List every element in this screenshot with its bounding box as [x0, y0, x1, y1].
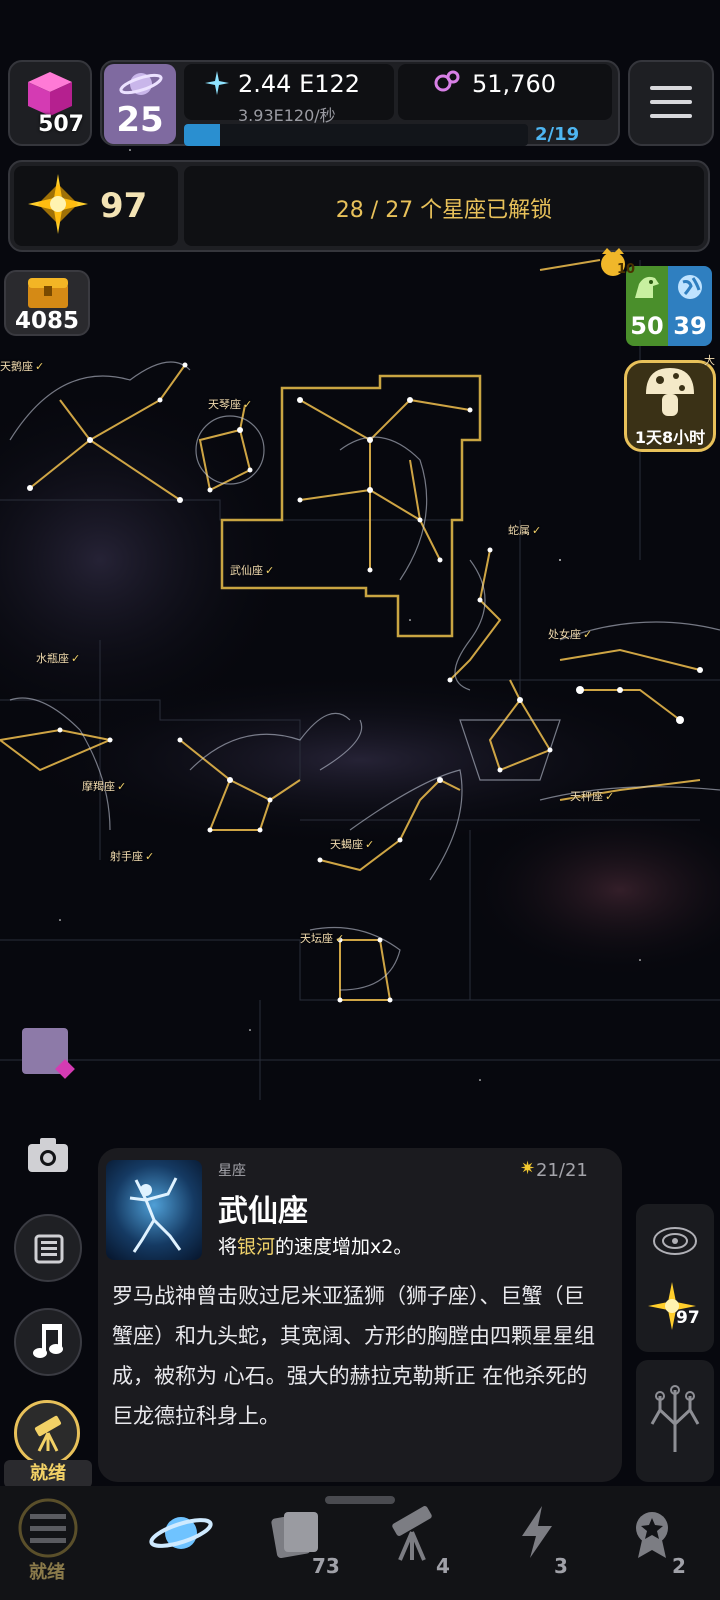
label-text: 武仙座 [230, 564, 263, 577]
globe-icon [678, 275, 702, 299]
label-sagittarius[interactable]: 射手座 ✓ [110, 848, 154, 864]
planet-tab-icon[interactable] [148, 1508, 214, 1558]
label-aquarius[interactable]: 水瓶座 ✓ [36, 650, 80, 666]
energy-value: 2.44 E122 [238, 70, 360, 98]
check-icon: ✓ [265, 564, 275, 577]
label-capricornus[interactable]: 摩羯座 ✓ [82, 778, 126, 794]
check-icon: ✓ [583, 628, 593, 641]
label-text: 蛇属 [508, 524, 530, 537]
hercules-figure-icon [129, 1177, 182, 1253]
check-icon: ✓ [365, 838, 375, 851]
check-icon: ✓ [35, 360, 45, 373]
creatures-count: 50 [630, 312, 664, 340]
level-progress-fill [184, 124, 221, 146]
check-icon: ✓ [605, 790, 615, 803]
effect-highlight: 银河 [237, 1236, 276, 1258]
chest-count: 4085 [14, 308, 79, 334]
label-hercules[interactable]: 武仙座 ✓ [230, 562, 274, 578]
energy-exponent: E122 [299, 70, 361, 98]
menu-button[interactable] [628, 60, 714, 146]
label-text: 天坛座 [300, 932, 333, 945]
telescopes-count: 4 [436, 1554, 450, 1578]
gold-chest-icon [28, 278, 68, 308]
label-text: 天琴座 [208, 398, 241, 411]
newspaper-icon [34, 1234, 64, 1264]
energy-mantissa: 2.44 [238, 70, 292, 98]
card-title: 武仙座 [218, 1194, 308, 1229]
card-category: 星座 [218, 1163, 246, 1179]
achievements-count: 2 [672, 1554, 686, 1578]
drag-handle[interactable] [325, 1496, 395, 1504]
check-icon: ✓ [117, 780, 127, 793]
telescope-ready-label: 就绪 [4, 1460, 92, 1488]
label-ara[interactable]: 天坛座 ✓ [300, 930, 344, 946]
check-icon: ✓ [243, 398, 253, 411]
label-edge: 大 [704, 354, 715, 367]
check-icon: ✓ [532, 524, 542, 537]
list-icon [18, 1498, 78, 1558]
check-icon: ✓ [335, 932, 345, 945]
planet-icon [119, 73, 163, 95]
telescope-button[interactable] [14, 1400, 80, 1466]
label-text: 处女座 [548, 628, 581, 641]
skill-tree-button[interactable] [636, 1360, 714, 1482]
planets-count: 39 [673, 312, 707, 340]
power-count: 3 [554, 1554, 568, 1578]
planet-level: 25 [116, 100, 164, 140]
label-text: 天秤座 [570, 790, 603, 803]
check-icon: ✓ [71, 652, 81, 665]
cards-tab-icon[interactable] [270, 1506, 324, 1558]
dark-matter-count: 51,760 [472, 70, 556, 98]
label-cygnus[interactable]: 天鹅座 ✓ [0, 358, 44, 374]
cards-count: 73 [312, 1554, 340, 1578]
label-virgo[interactable]: 处女座 ✓ [548, 626, 592, 642]
mushroom-icon [646, 368, 694, 416]
camera-icon[interactable] [26, 1136, 70, 1174]
label-text: 射手座 [110, 850, 143, 863]
label-text: 摩羯座 [82, 780, 115, 793]
mushroom-timer: 1天8小时 [634, 428, 706, 447]
right-star-count: 97 [676, 1308, 700, 1328]
check-icon: ✓ [145, 850, 155, 863]
constellations-unlocked-text: 28 / 27 个星座已解锁 [335, 198, 553, 223]
hamburger-icon [650, 86, 692, 118]
effect-suffix: 的速度增加x2。 [275, 1236, 413, 1258]
label-libra[interactable]: 天秤座 ✓ [570, 788, 614, 804]
label-serpens[interactable]: 蛇属 ✓ [508, 522, 541, 538]
effect-prefix: 将 [218, 1236, 238, 1258]
level-progress-text: 2/19 [535, 124, 580, 145]
star-count: 97 [100, 186, 148, 226]
card-progress: 21/21 [536, 1160, 588, 1181]
nav-tab-list[interactable] [10, 1490, 90, 1568]
dark-matter-icon [434, 70, 460, 92]
skill-tree-icon [650, 1385, 700, 1452]
energy-rate: 3.93E120/秒 [238, 106, 336, 125]
telescope-icon [34, 1415, 62, 1452]
small-star-icon: ✷ [520, 1158, 536, 1179]
star-icon [28, 174, 88, 234]
achievement-tab-icon[interactable] [630, 1508, 674, 1560]
card-effect: 将银河的速度增加x2。 [218, 1232, 412, 1259]
hercules-portrait [106, 1160, 202, 1260]
label-scorpius[interactable]: 天蝎座 ✓ [330, 836, 374, 852]
label-text: 天鹅座 [0, 360, 33, 373]
cube-count: 507 [38, 112, 84, 137]
news-button[interactable] [14, 1214, 82, 1282]
card-description: 罗马战神曾击败过尼米亚猛狮（狮子座）、巨蟹（巨蟹座）和九头蛇，其宽阔、方形的胸膛… [112, 1284, 595, 1428]
music-button[interactable] [14, 1308, 82, 1376]
level-progress-bar [184, 124, 528, 146]
lightning-tab-icon[interactable] [516, 1504, 556, 1560]
label-lyra[interactable]: 天琴座 ✓ [208, 396, 252, 412]
label-text: 水瓶座 [36, 652, 69, 665]
telescope-tab-icon[interactable] [384, 1504, 444, 1562]
solar-system-icon[interactable] [652, 1224, 698, 1258]
crown-count: 10 [616, 262, 636, 277]
label-text: 天蝎座 [330, 838, 363, 851]
nav-ready-label: 就绪 [29, 1562, 65, 1583]
music-note-icon [33, 1324, 63, 1358]
sparkle-icon [205, 71, 229, 95]
